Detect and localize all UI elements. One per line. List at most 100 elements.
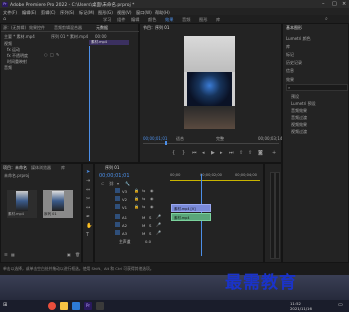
tab-media-browser[interactable]: 媒体浏览器 [31, 165, 51, 171]
tab-library[interactable]: 库 [61, 165, 65, 171]
program-timecode[interactable]: 00;00;01;01 [143, 136, 167, 141]
trash-icon[interactable]: 🗑 [75, 252, 80, 257]
play-icon[interactable]: ▶ [211, 151, 215, 156]
track-target-v2[interactable] [115, 196, 120, 201]
eye-icon[interactable]: ◉ [150, 196, 154, 201]
effects-folder-audio-transitions[interactable]: 音频过渡 [291, 115, 307, 121]
notification-icon[interactable]: ▭ [338, 303, 343, 308]
step-back-icon[interactable]: ⏮ [192, 151, 197, 156]
rect-mask-icon[interactable]: □ [50, 52, 54, 57]
eye-icon[interactable]: ◉ [150, 188, 154, 193]
master-volume-value[interactable]: 0.0 [145, 239, 151, 244]
effects-folder-audio-effects[interactable]: 音频效果 [291, 108, 307, 114]
sync-icon[interactable]: ⇆ [142, 204, 145, 209]
mark-out-icon[interactable]: } [182, 151, 185, 156]
track-label-v2[interactable]: V2 [122, 197, 127, 202]
track-target-a1[interactable] [115, 214, 120, 219]
close-icon[interactable]: × [342, 1, 346, 7]
solo-button[interactable]: S [149, 223, 151, 228]
icon-view-icon[interactable]: ▦ [11, 252, 15, 257]
track-label-v3[interactable]: V3 [122, 189, 127, 194]
solo-button[interactable]: S [149, 231, 151, 236]
track-target-v3[interactable] [115, 188, 120, 193]
hand-tool-icon[interactable]: ✋ [86, 224, 92, 229]
search-icon[interactable]: ⌕ [325, 16, 328, 22]
app-icon[interactable] [96, 302, 104, 310]
track-label-a1[interactable]: A1 [122, 215, 127, 220]
track-label-a3[interactable]: A3 [122, 231, 127, 236]
timeline-timecode[interactable]: 00;00;01;01 [99, 173, 130, 179]
track-label-a2[interactable]: A2 [122, 223, 127, 228]
app-icon[interactable] [48, 302, 56, 310]
mute-button[interactable]: M [142, 215, 145, 220]
premiere-taskbar-icon[interactable]: Pr [84, 302, 92, 310]
slip-tool-icon[interactable]: ↔ [86, 206, 90, 211]
panel-libraries[interactable]: 库 [286, 44, 290, 50]
effects-folder-lumetri[interactable]: Lumetri 预设 [291, 101, 316, 107]
lift-icon[interactable]: ⇧ [239, 151, 243, 156]
project-item-clip[interactable]: 素材.mp4 [7, 190, 37, 218]
selection-tool-icon[interactable]: ➤ [86, 170, 90, 175]
extract-icon[interactable]: ⇪ [248, 151, 252, 156]
frame-forward-icon[interactable]: ▸ [220, 151, 223, 156]
panel-info[interactable]: 信息 [286, 68, 294, 74]
razor-tool-icon[interactable]: ✂ [86, 197, 90, 202]
type-tool-icon[interactable]: T [86, 233, 89, 238]
ellipse-mask-icon[interactable]: ○ [44, 52, 48, 57]
quality-dropdown[interactable]: 完整 [216, 136, 224, 142]
tab-timeline-sequence[interactable]: 序列 01 [105, 165, 119, 171]
mic-icon[interactable]: 🎤 [156, 222, 161, 227]
windows-start-icon[interactable]: ⊞ [3, 303, 7, 308]
frame-back-icon[interactable]: ◂ [202, 151, 205, 156]
minimize-icon[interactable]: – [322, 1, 325, 7]
mute-button[interactable]: M [142, 223, 145, 228]
playhead-marker[interactable] [165, 141, 167, 145]
track-select-tool-icon[interactable]: ⇥ [86, 179, 90, 184]
mic-icon[interactable]: 🎤 [156, 230, 161, 235]
effects-folder-video-effects[interactable]: 视频效果 [291, 122, 307, 128]
fit-dropdown[interactable]: 适合 [176, 136, 184, 142]
panel-markers[interactable]: 标记 [286, 52, 294, 58]
mic-icon[interactable]: 🎤 [156, 214, 161, 219]
maximize-icon[interactable]: □ [332, 1, 337, 7]
lock-icon[interactable]: 🔒 [134, 204, 139, 209]
pen-mask-icon[interactable]: ✎ [56, 52, 59, 57]
track-target-v1[interactable] [115, 204, 120, 209]
pen-tool-icon[interactable]: ✒ [86, 215, 90, 220]
sequence-label[interactable]: 序列 01 * 素材.mp4 [51, 34, 88, 40]
step-forward-icon[interactable]: ⏭ [229, 151, 234, 156]
effects-search-input[interactable]: ⌕ [286, 84, 348, 91]
mark-in-icon[interactable]: { [172, 151, 175, 156]
audio-clip[interactable]: 素材.mp4 [171, 213, 211, 221]
clip-bar[interactable]: 素材.mp4 [89, 40, 129, 45]
solo-button[interactable]: S [149, 215, 151, 220]
sync-icon[interactable]: ⇆ [142, 196, 145, 201]
lock-icon[interactable]: 🔒 [134, 196, 139, 201]
folder-icon[interactable] [60, 302, 68, 310]
track-label-v1[interactable]: V1 [122, 205, 127, 210]
list-view-icon[interactable]: ☰ [4, 252, 8, 257]
export-frame-icon[interactable]: ◙ [258, 151, 263, 156]
ripple-edit-tool-icon[interactable]: ⇔ [86, 188, 90, 193]
browser-icon[interactable] [72, 302, 80, 310]
add-button-icon[interactable]: + [272, 151, 276, 156]
sync-icon[interactable]: ⇆ [142, 188, 145, 193]
panel-lumetri[interactable]: Lumetri 颜色 [286, 36, 311, 42]
home-icon[interactable]: ⌂ [3, 16, 6, 22]
track-target-a2[interactable] [115, 222, 120, 227]
tab-effects[interactable]: 效果 [286, 77, 294, 83]
mute-button[interactable]: M [142, 231, 145, 236]
effects-folder-presets[interactable]: 预设 [291, 94, 299, 100]
linked-selection-icon[interactable]: ⛓ [109, 181, 114, 186]
eye-icon[interactable]: ◉ [150, 204, 154, 209]
tab-project[interactable]: 项目：未命名 [3, 165, 27, 171]
snap-icon[interactable]: ⊂ [101, 181, 104, 186]
lock-icon[interactable]: 🔒 [134, 188, 139, 193]
effects-folder-video-transitions[interactable]: 视频过渡 [291, 129, 307, 135]
track-target-a3[interactable] [115, 230, 120, 235]
project-item-sequence[interactable]: 序列 01 [43, 190, 73, 218]
new-item-icon[interactable]: ▣ [67, 252, 71, 257]
panel-history[interactable]: 历史记录 [286, 60, 302, 66]
video-clip[interactable]: 素材.mp4 [V] [171, 204, 211, 212]
tab-program[interactable]: 节目：序列 01 [143, 25, 169, 31]
